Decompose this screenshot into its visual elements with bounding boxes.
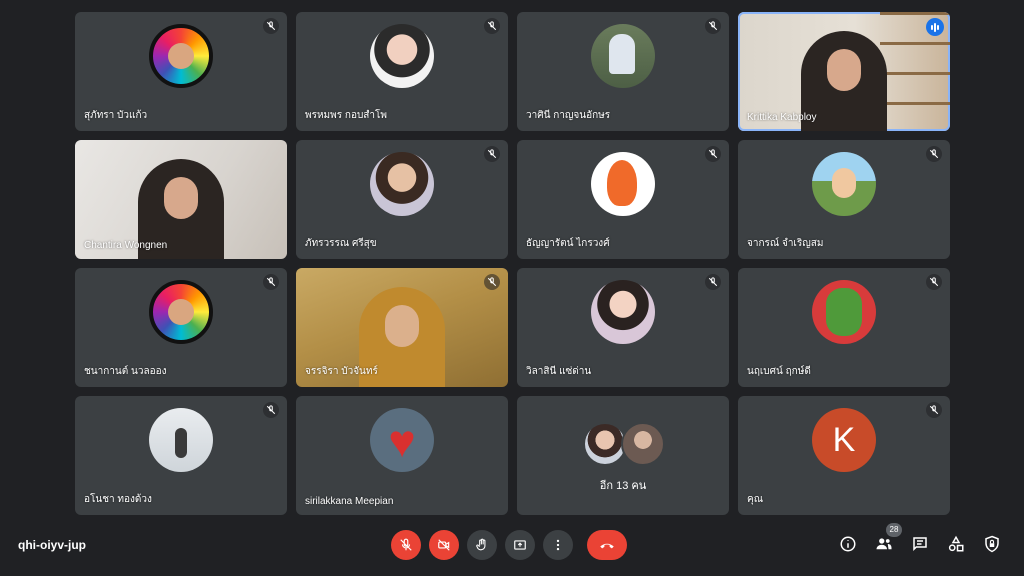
participant-name: sirilakkana Meepian — [305, 496, 394, 507]
end-call-icon — [600, 543, 614, 549]
participant-name: Krittika Kabploy — [747, 112, 817, 123]
participant-count-badge: 28 — [886, 523, 902, 537]
participant-name: คุณ — [747, 494, 763, 505]
participant-name: วิลาสินี แซ่ด่าน — [526, 366, 592, 377]
people-icon — [876, 538, 892, 550]
participant-name: ธัญญารัตน์ ไกรวงศ์ — [526, 238, 610, 249]
mic-off-icon — [263, 402, 279, 418]
participant-grid: สุภัทรา บัวแก้ว พรหมพร กอบสำโพ วาศินี กา… — [75, 12, 950, 515]
avatar — [149, 280, 213, 344]
host-controls-button[interactable] — [980, 532, 1004, 556]
camera-toggle-button[interactable] — [429, 530, 459, 560]
more-options-button[interactable] — [543, 530, 573, 560]
participant-name: วาศินี กาญจนอักษร — [526, 110, 611, 121]
avatar — [370, 152, 434, 216]
avatar — [812, 280, 876, 344]
avatar — [370, 408, 434, 472]
participant-tile[interactable]: จากรณ์ จำเริญสม — [738, 140, 950, 259]
avatar — [149, 24, 213, 88]
chat-icon — [913, 537, 927, 552]
participant-tile[interactable]: ภัทรวรรณ ศรีสุข — [296, 140, 508, 259]
host-controls-icon — [985, 535, 999, 553]
participant-name: ภัทรวรรณ ศรีสุข — [305, 238, 377, 249]
end-call-button[interactable] — [587, 530, 627, 560]
present-screen-button[interactable] — [505, 530, 535, 560]
raise-hand-button[interactable] — [467, 530, 497, 560]
mic-off-icon — [484, 146, 500, 162]
participant-name: Chantira Wongnen — [84, 240, 168, 251]
participant-name: ชนากานต์ นวลออง — [84, 366, 167, 377]
mic-off-icon — [484, 274, 500, 290]
mic-off-icon — [926, 402, 942, 418]
mic-off-icon — [263, 18, 279, 34]
mic-off-icon — [926, 274, 942, 290]
chat-button[interactable] — [908, 532, 932, 556]
camera-off-icon — [438, 539, 450, 551]
avatar — [812, 152, 876, 216]
more-options-icon — [556, 539, 560, 551]
participant-tile[interactable]: นฤเบศน์ ฤกษ์ดี — [738, 268, 950, 387]
self-tile[interactable]: K คุณ — [738, 396, 950, 515]
call-controls — [391, 530, 627, 560]
avatar — [591, 280, 655, 344]
participant-tile[interactable]: สุภัทรา บัวแก้ว — [75, 12, 287, 131]
participant-tile[interactable]: ธัญญารัตน์ ไกรวงศ์ — [517, 140, 729, 259]
meeting-details-button[interactable] — [836, 532, 860, 556]
mic-toggle-button[interactable] — [391, 530, 421, 560]
participant-name: นฤเบศน์ ฤกษ์ดี — [747, 366, 811, 377]
present-screen-icon — [514, 540, 526, 550]
avatar: K — [812, 408, 876, 472]
raise-hand-icon — [476, 538, 486, 551]
participant-tile[interactable]: Chantira Wongnen — [75, 140, 287, 259]
participant-name: อโนชา ทองด้วง — [84, 494, 152, 505]
participant-tile[interactable]: จรรจิรา บัวจันทร์ — [296, 268, 508, 387]
meeting-side-controls: 28 — [836, 523, 1004, 556]
participant-name: พรหมพร กอบสำโพ — [305, 110, 387, 121]
more-participants-tile[interactable]: อีก 13 คน — [517, 396, 729, 515]
meeting-code: qhi-oiyv-jup — [18, 538, 86, 552]
participant-name: จรรจิรา บัวจันทร์ — [305, 366, 378, 377]
activities-button[interactable] — [944, 532, 968, 556]
avatar — [149, 408, 213, 472]
avatar — [370, 24, 434, 88]
activities-icon — [948, 535, 964, 552]
avatar — [591, 24, 655, 88]
people-button[interactable]: 28 — [872, 523, 902, 556]
participant-name: จากรณ์ จำเริญสม — [747, 238, 824, 249]
participant-tile[interactable]: sirilakkana Meepian — [296, 396, 508, 515]
participant-tile[interactable]: พรหมพร กอบสำโพ — [296, 12, 508, 131]
participant-tile[interactable]: ชนากานต์ นวลออง — [75, 268, 287, 387]
mic-off-icon — [705, 18, 721, 34]
mic-off-icon — [926, 146, 942, 162]
avatar — [591, 152, 655, 216]
more-participants-label: อีก 13 คน — [599, 480, 647, 492]
mic-off-icon — [400, 538, 412, 551]
mic-off-icon — [705, 146, 721, 162]
participant-tile[interactable]: วาศินี กาญจนอักษร — [517, 12, 729, 131]
grouped-avatars — [583, 422, 665, 466]
bottom-toolbar: qhi-oiyv-jup 28 — [0, 523, 1024, 564]
mic-off-icon — [484, 18, 500, 34]
mic-off-icon — [705, 274, 721, 290]
info-icon — [840, 536, 856, 552]
participant-tile[interactable]: อโนชา ทองด้วง — [75, 396, 287, 515]
mic-off-icon — [263, 274, 279, 290]
speaking-indicator-icon — [926, 18, 944, 36]
participant-name: สุภัทรา บัวแก้ว — [84, 110, 148, 121]
participant-tile-active-speaker[interactable]: Krittika Kabploy — [738, 12, 950, 131]
participant-tile[interactable]: วิลาสินี แซ่ด่าน — [517, 268, 729, 387]
